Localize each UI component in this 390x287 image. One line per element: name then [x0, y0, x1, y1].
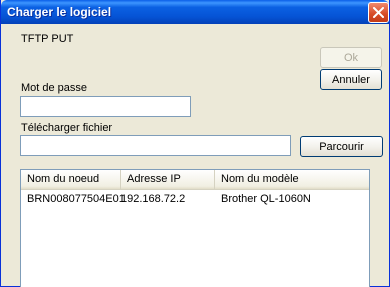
browse-button[interactable]: Parcourir — [300, 136, 383, 157]
dialog-title: Charger le logiciel — [7, 5, 112, 19]
upload-file-label: Télécharger fichier — [21, 122, 113, 134]
ok-button[interactable]: Ok — [320, 47, 382, 68]
password-field[interactable] — [20, 96, 191, 117]
column-header-ip-address[interactable]: Adresse IP — [121, 170, 215, 189]
cancel-button[interactable]: Annuler — [320, 69, 382, 90]
node-name-cell: BRN008077504E01 — [27, 193, 125, 205]
model-name-cell: Brother QL-1060N — [221, 193, 311, 205]
upload-file-field[interactable] — [20, 135, 291, 156]
device-list-header: Nom du noeud Adresse IP Nom du modèle — [21, 170, 369, 190]
ip-address-cell: 192.168.72.2 — [121, 193, 186, 205]
close-button[interactable] — [368, 2, 389, 23]
column-header-node-name[interactable]: Nom du noeud — [21, 170, 121, 189]
load-software-dialog: Charger le logiciel TFTP PUT Ok Annuler … — [0, 0, 390, 287]
title-bar[interactable]: Charger le logiciel — [1, 0, 389, 24]
device-list[interactable]: Nom du noeud Adresse IP Nom du modèle BR… — [20, 169, 370, 287]
column-header-model-name[interactable]: Nom du modèle — [215, 170, 369, 189]
password-label: Mot de passe — [21, 82, 88, 94]
close-icon — [373, 7, 384, 18]
protocol-label: TFTP PUT — [21, 33, 74, 45]
